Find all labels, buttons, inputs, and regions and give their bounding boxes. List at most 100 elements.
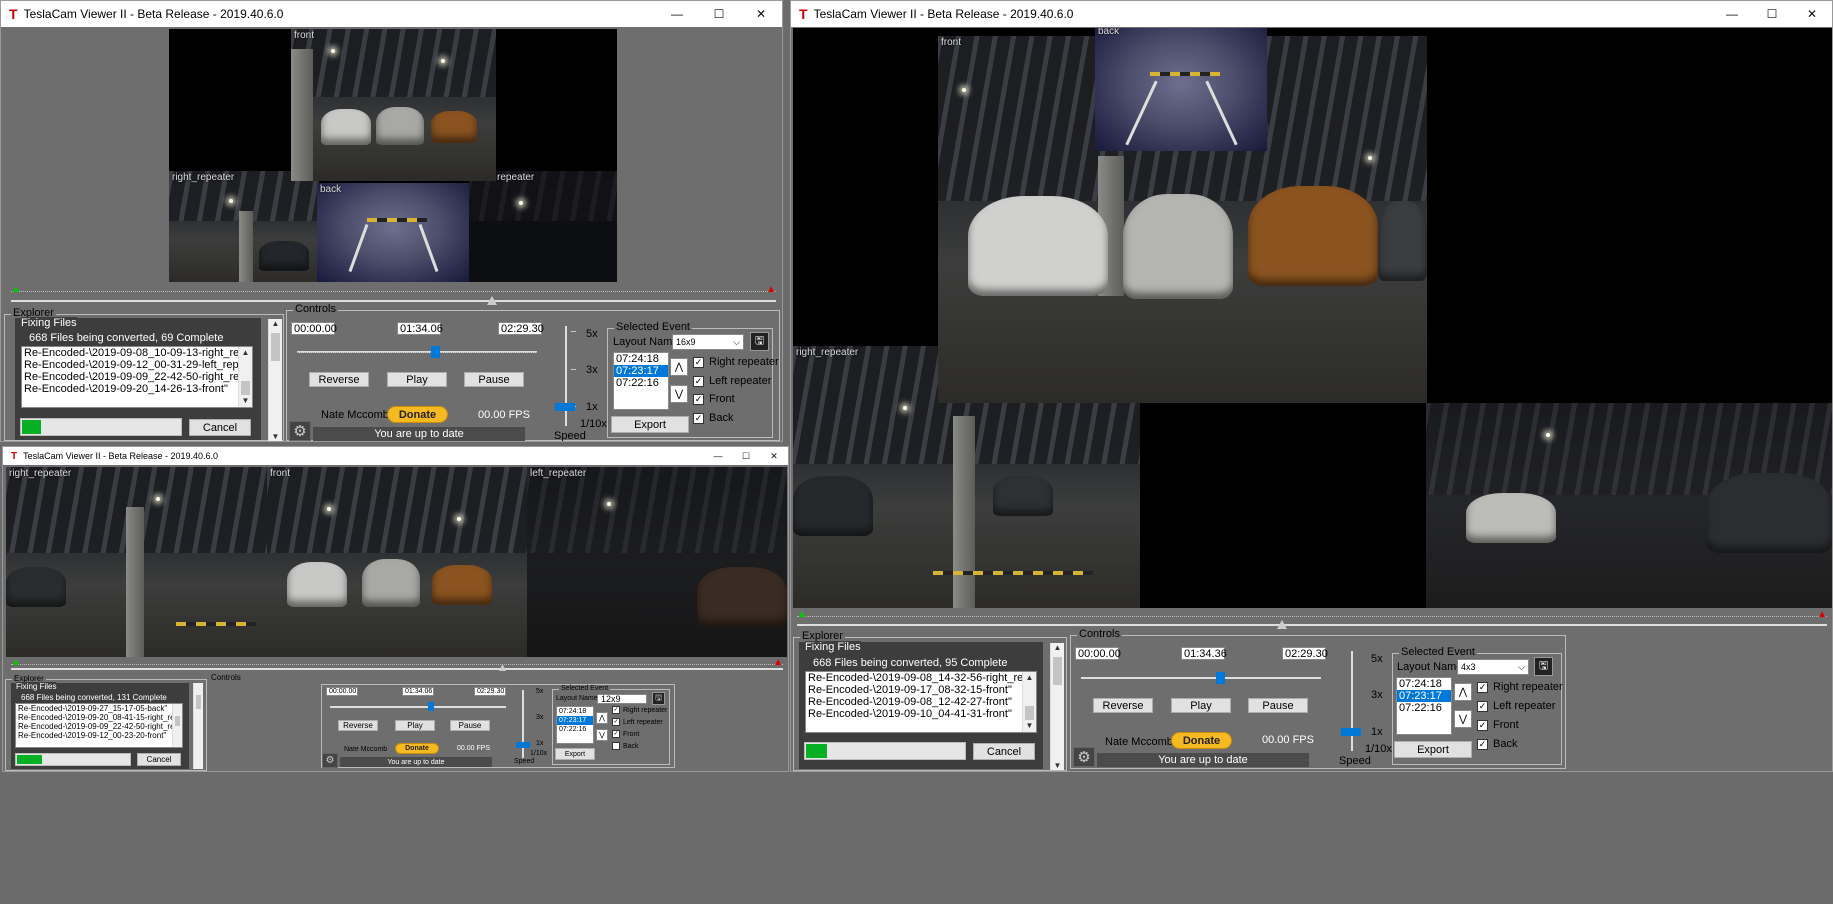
layout-select[interactable]: 16x9 ⌵ [672,334,744,350]
list-item[interactable]: Re-Encoded-\2019-09-09_22-42-50-right_re… [16,722,182,731]
explorer-scrollbar[interactable] [193,683,203,769]
donate-button[interactable]: Donate [1171,732,1232,749]
speed-slider[interactable] [516,690,530,758]
scroll-up-icon[interactable]: ▲ [1023,672,1036,684]
pause-button[interactable]: Pause [464,372,524,387]
scroll-thumb[interactable] [175,716,180,726]
playback-slider[interactable] [1081,672,1321,684]
list-item[interactable]: 07:22:16 [557,725,593,734]
list-item-selected[interactable]: 07:23:17 [1397,690,1451,702]
event-time-list[interactable]: 07:24:18 07:23:17 07:22:16 [556,706,594,744]
scroll-down-icon[interactable]: ▼ [1051,761,1064,770]
list-item[interactable]: 07:24:18 [557,707,593,716]
speed-thumb[interactable] [555,403,575,411]
explorer-scrollbar[interactable]: ▲ ▼ [268,319,282,441]
move-up-button[interactable]: ⋀ [596,712,608,724]
move-down-button[interactable]: ⋁ [1454,710,1472,728]
move-down-button[interactable]: ⋁ [596,729,608,741]
scroll-down-icon[interactable]: ▼ [1023,720,1036,732]
list-scrollbar[interactable]: ▲ ▼ [1022,672,1036,732]
cancel-button[interactable]: Cancel [189,419,251,436]
play-button[interactable]: Play [387,372,447,387]
close-icon[interactable]: ✕ [740,1,782,27]
reverse-button[interactable]: Reverse [338,720,378,731]
gear-icon[interactable]: ⚙ [289,421,311,441]
move-down-button[interactable]: ⋁ [670,385,688,403]
front-checkbox[interactable]: ✓ Front [693,393,735,405]
list-item[interactable]: Re-Encoded-\2019-09-12_00-31-29-left_rep… [22,359,252,371]
speed-thumb[interactable] [1341,728,1361,736]
export-button[interactable]: Export [611,416,689,433]
reverse-button[interactable]: Reverse [1093,698,1153,713]
scroll-up-icon[interactable]: ▲ [1051,643,1064,652]
layout-select[interactable]: 4x3 ⌵ [1457,659,1529,675]
close-icon[interactable]: ✕ [760,447,788,465]
close-icon[interactable]: ✕ [1792,1,1832,27]
floppy-disk-icon[interactable]: 🖫 [652,692,665,705]
left-repeater-checkbox[interactable]: ✓ Left repeater [693,375,771,387]
export-button[interactable]: Export [555,748,595,760]
left-repeater-checkbox[interactable]: ✓ Left repeater [612,718,663,726]
playback-thumb[interactable] [431,346,440,358]
list-item[interactable]: Re-Encoded-\2019-09-10_04-41-31-front" [806,708,1036,720]
scroll-thumb[interactable] [1025,706,1034,720]
back-checkbox[interactable]: ✓ Back [693,412,733,424]
reverse-button[interactable]: Reverse [309,372,369,387]
donate-button[interactable]: Donate [387,406,448,423]
list-item[interactable]: Re-Encoded-\2019-09-09_22-42-50-right_re… [22,371,252,383]
gear-icon[interactable]: ⚙ [322,753,338,768]
playback-slider[interactable] [297,346,537,358]
back-checkbox[interactable]: ✓ Back [1477,738,1517,750]
back-checkbox[interactable]: Back [612,742,639,750]
gear-icon[interactable]: ⚙ [1073,747,1095,767]
list-scrollbar[interactable]: ▲ ▼ [238,347,252,407]
front-checkbox[interactable]: ✓ Front [612,730,639,738]
list-item-selected[interactable]: 07:23:17 [614,365,668,377]
move-up-button[interactable]: ⋀ [1454,683,1472,701]
pause-button[interactable]: Pause [1248,698,1308,713]
list-scrollbar[interactable] [172,704,182,747]
explorer-scrollbar[interactable]: ▲ ▼ [1050,643,1064,770]
layout-select[interactable]: 12x9 [597,694,647,704]
play-button[interactable]: Play [395,720,435,731]
scroll-up-icon[interactable]: ▲ [269,319,282,328]
seek-bar[interactable] [797,620,1827,629]
event-timeline[interactable]: ▲ ▲ [11,284,776,298]
converting-file-list[interactable]: Re-Encoded-\2019-09-08_10-09-13-right_re… [21,346,253,408]
right-repeater-checkbox[interactable]: ✓ Right repeater [693,356,779,368]
title-bar[interactable]: T TeslaCam Viewer II - Beta Release - 20… [3,447,788,465]
list-item[interactable]: Re-Encoded-\2019-09-12_00-23-20-front" [16,731,182,740]
move-up-button[interactable]: ⋀ [670,358,688,376]
floppy-disk-icon[interactable]: 🖫 [750,332,769,351]
list-item[interactable]: 07:22:16 [1397,702,1451,714]
play-button[interactable]: Play [1171,698,1231,713]
list-item-selected[interactable]: 07:23:17 [557,716,593,725]
scroll-thumb[interactable] [271,333,280,361]
list-item[interactable]: 07:24:18 [1397,678,1451,690]
maximize-icon[interactable]: ☐ [698,1,740,27]
scroll-down-icon[interactable]: ▼ [269,432,282,441]
list-item[interactable]: 07:22:16 [614,377,668,389]
title-bar[interactable]: T TeslaCam Viewer II - Beta Release - 20… [1,1,782,27]
speed-slider[interactable] [551,326,581,426]
list-item[interactable]: 07:24:18 [614,353,668,365]
minimize-icon[interactable]: — [704,447,732,465]
event-time-list[interactable]: 07:24:18 07:23:17 07:22:16 [613,352,669,410]
converting-file-list[interactable]: Re-Encoded-\2019-09-27_15-17-05-back" Re… [15,703,183,748]
playback-thumb[interactable] [428,702,434,711]
converting-file-list[interactable]: Re-Encoded-\2019-09-08_14-32-56-right_re… [805,671,1037,733]
speed-slider[interactable] [1337,651,1367,751]
list-item[interactable]: Re-Encoded-\2019-09-17_08-32-15-front" [806,684,1036,696]
list-item[interactable]: Re-Encoded-\2019-09-27_15-17-05-back" [16,704,182,713]
left-repeater-checkbox[interactable]: ✓ Left repeater [1477,700,1555,712]
pause-button[interactable]: Pause [450,720,490,731]
scroll-up-icon[interactable]: ▲ [239,347,252,359]
playback-thumb[interactable] [1216,672,1225,684]
seek-bar[interactable] [11,664,783,673]
list-item[interactable]: Re-Encoded-\2019-09-20_08-41-15-right_re… [16,713,182,722]
list-item[interactable]: Re-Encoded-\2019-09-20_14-26-13-front" [22,383,252,395]
list-item[interactable]: Re-Encoded-\2019-09-08_10-09-13-right_re… [22,347,252,359]
playback-slider[interactable] [330,702,506,711]
list-item[interactable]: Re-Encoded-\2019-09-08_12-42-27-front" [806,696,1036,708]
front-checkbox[interactable]: ✓ Front [1477,719,1519,731]
